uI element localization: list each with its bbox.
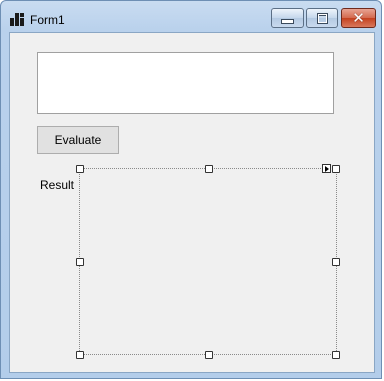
smart-tag-arrow-icon[interactable] (322, 164, 331, 173)
evaluate-button[interactable]: Evaluate (37, 126, 119, 154)
app-icon[interactable] (10, 12, 24, 26)
resize-handle-top[interactable] (205, 165, 213, 173)
form-client-area: Evaluate Result (9, 32, 375, 373)
result-panel[interactable] (76, 164, 340, 359)
resize-handle-left[interactable] (76, 258, 84, 266)
resize-handle-bottom[interactable] (205, 351, 213, 359)
resize-handle-top-left[interactable] (76, 165, 84, 173)
window-title: Form1 (30, 13, 65, 27)
maximize-icon (316, 12, 328, 24)
resize-handle-right[interactable] (332, 258, 340, 266)
close-icon: ✕ (352, 8, 365, 27)
close-button[interactable]: ✕ (341, 8, 376, 28)
resize-handle-top-right[interactable] (332, 165, 340, 173)
resize-handle-bottom-left[interactable] (76, 351, 84, 359)
maximize-button[interactable] (306, 8, 338, 28)
result-label: Result (40, 178, 75, 192)
form-window: Form1 ✕ Evaluate Result (0, 0, 382, 379)
minimize-button[interactable] (271, 8, 304, 28)
minimize-icon (281, 18, 294, 24)
expression-input[interactable] (37, 52, 334, 114)
resize-handle-bottom-right[interactable] (332, 351, 340, 359)
title-bar[interactable]: Form1 ✕ (1, 1, 381, 33)
